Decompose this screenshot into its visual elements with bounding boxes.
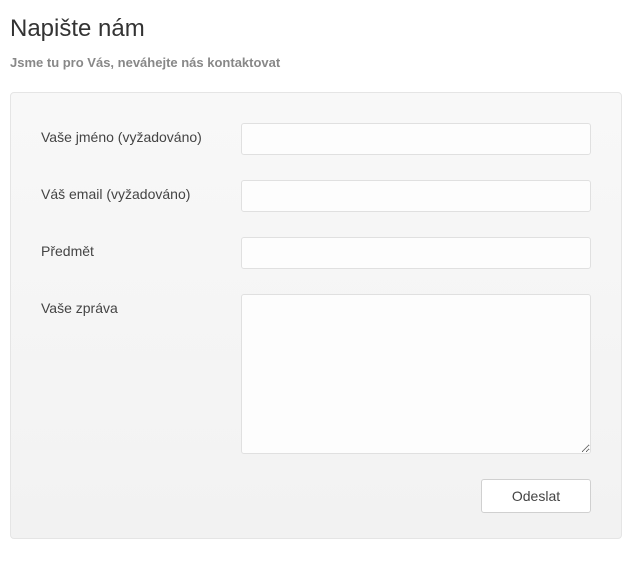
message-row: Vaše zpráva [41,294,591,454]
subject-row: Předmět [41,237,591,269]
contact-form-panel: Vaše jméno (vyžadováno) Váš email (vyžad… [10,92,622,539]
subject-label: Předmět [41,237,241,259]
submit-button[interactable]: Odeslat [481,479,591,513]
email-input[interactable] [241,180,591,212]
page-subtitle: Jsme tu pro Vás, neváhejte nás kontaktov… [10,55,622,70]
message-textarea[interactable] [241,294,591,454]
name-row: Vaše jméno (vyžadováno) [41,123,591,155]
subject-input[interactable] [241,237,591,269]
page-title: Napište nám [10,15,622,43]
name-input[interactable] [241,123,591,155]
email-row: Váš email (vyžadováno) [41,180,591,212]
button-row: Odeslat [41,479,591,513]
name-label: Vaše jméno (vyžadováno) [41,123,241,145]
message-label: Vaše zpráva [41,294,241,316]
email-label: Váš email (vyžadováno) [41,180,241,202]
